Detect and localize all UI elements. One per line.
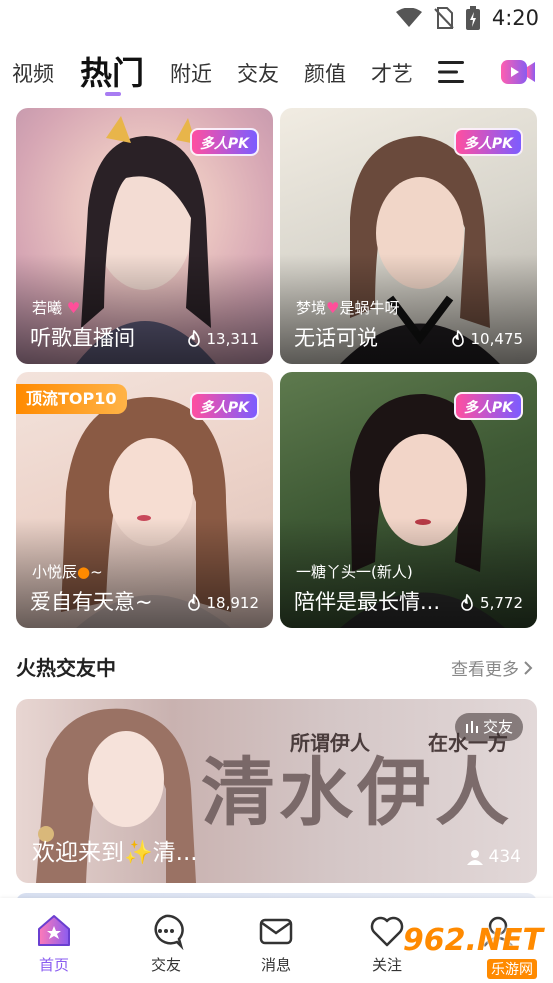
live-card[interactable]: 多人PK 一糖丫头一(新人) 陪伴是最长情... 5,772 (280, 372, 537, 628)
heat-count: 18,912 (186, 594, 260, 612)
nav-dating-label: 交友 (150, 956, 181, 974)
flame-icon (461, 594, 473, 611)
host-name-text: 若曦 (32, 299, 63, 317)
nav-home[interactable]: 首页 (14, 912, 94, 975)
watermark-sub: 乐游网 (487, 959, 537, 979)
heart-outline-icon (370, 916, 404, 947)
host-name-suffix: 是蜗牛呀 (339, 299, 400, 317)
basketball-icon: ● (77, 563, 91, 581)
stream-title: 爱自有天意~ (30, 590, 153, 614)
multi-pk-badge: 多人PK (453, 128, 523, 156)
watermark-number: 962.NET (402, 923, 543, 958)
heat-value: 5,772 (480, 594, 523, 612)
section-title: 火热交友中 (16, 656, 116, 680)
wifi-icon (395, 8, 422, 27)
top10-badge: 顶流TOP10 (16, 384, 127, 414)
tab-video[interactable]: 视频 (12, 58, 54, 88)
see-more-link[interactable]: 查看更多 (451, 655, 533, 680)
tab-looks[interactable]: 颜值 (304, 58, 346, 88)
stream-title: 无话可说 (294, 326, 378, 350)
dating-badge-label: 交友 (482, 718, 513, 736)
nav-messages-label: 消息 (260, 956, 291, 974)
host-name: 若曦 ♥ (32, 297, 80, 318)
flame-icon (451, 330, 464, 347)
user-icon (466, 850, 483, 865)
nav-dating[interactable]: 交友 (126, 912, 206, 975)
host-name-text: 梦境 (296, 299, 327, 317)
host-name: 小悦辰●~ (32, 561, 103, 582)
bars-icon (465, 721, 478, 733)
viewer-count-value: 434 (488, 847, 521, 867)
stream-title: 听歌直播间 (30, 326, 135, 350)
multi-pk-badge: 多人PK (453, 392, 523, 420)
multi-pk-badge: 多人PK (189, 392, 259, 420)
tab-hot[interactable]: 热门 (80, 48, 144, 94)
dating-badge: 交友 (454, 713, 523, 741)
live-card[interactable]: 多人PK 梦境♥是蜗牛呀 无话可说 10,475 (280, 108, 537, 364)
no-sim-icon (434, 7, 454, 29)
host-name-suffix: ~ (90, 563, 103, 581)
menu-icon[interactable] (438, 60, 466, 84)
heat-count: 10,475 (450, 330, 524, 348)
host-name-text: 小悦辰 (32, 563, 78, 581)
tab-indicator (105, 92, 121, 96)
tab-dating[interactable]: 交友 (237, 58, 279, 88)
viewer-count: 434 (466, 847, 521, 867)
status-time: 4:20 (491, 6, 539, 30)
banner-title: 欢迎来到✨清... (32, 840, 198, 866)
status-bar: 4:20 (0, 0, 553, 40)
flame-icon (187, 330, 200, 347)
live-card[interactable]: 多人PK 若曦 ♥ 听歌直播间 13,311 (16, 108, 273, 364)
stream-title: 陪伴是最长情... (294, 590, 441, 614)
heart-icon: ♥ (66, 299, 81, 317)
see-more-label: 查看更多 (451, 660, 519, 680)
tab-nearby[interactable]: 附近 (170, 58, 212, 88)
banner-art-title: 清水伊人 (201, 750, 513, 836)
heat-value: 10,475 (470, 330, 524, 348)
flame-icon (187, 594, 200, 611)
host-name: 一糖丫头一(新人) (296, 563, 413, 581)
site-watermark: 962.NET 乐游网 (403, 919, 547, 979)
heat-count: 13,311 (186, 330, 260, 348)
tab-fade (405, 48, 435, 98)
heat-value: 18,912 (206, 594, 260, 612)
envelope-icon (259, 918, 293, 945)
heat-count: 5,772 (459, 594, 523, 612)
dating-room-banner[interactable]: 所谓伊人 在水一方 清水伊人 交友 欢迎来到✨清... 434 (16, 699, 537, 883)
heart-icon: ♥ (326, 299, 340, 317)
live-card[interactable]: 顶流TOP10 多人PK 小悦辰●~ 爱自有天意~ 18,912 (16, 372, 273, 628)
live-video-icon[interactable] (500, 55, 536, 89)
heat-value: 13,311 (206, 330, 260, 348)
top-tabs: 视频 热门 附近 交友 颜值 才艺 (0, 48, 553, 104)
chevron-right-icon (524, 660, 533, 675)
chat-bubble-icon (154, 914, 184, 950)
battery-icon (465, 6, 480, 30)
host-name: 梦境♥是蜗牛呀 (296, 297, 399, 318)
nav-messages[interactable]: 消息 (236, 912, 316, 975)
multi-pk-badge: 多人PK (189, 128, 259, 156)
home-icon (38, 915, 70, 946)
nav-home-label: 首页 (38, 956, 69, 974)
